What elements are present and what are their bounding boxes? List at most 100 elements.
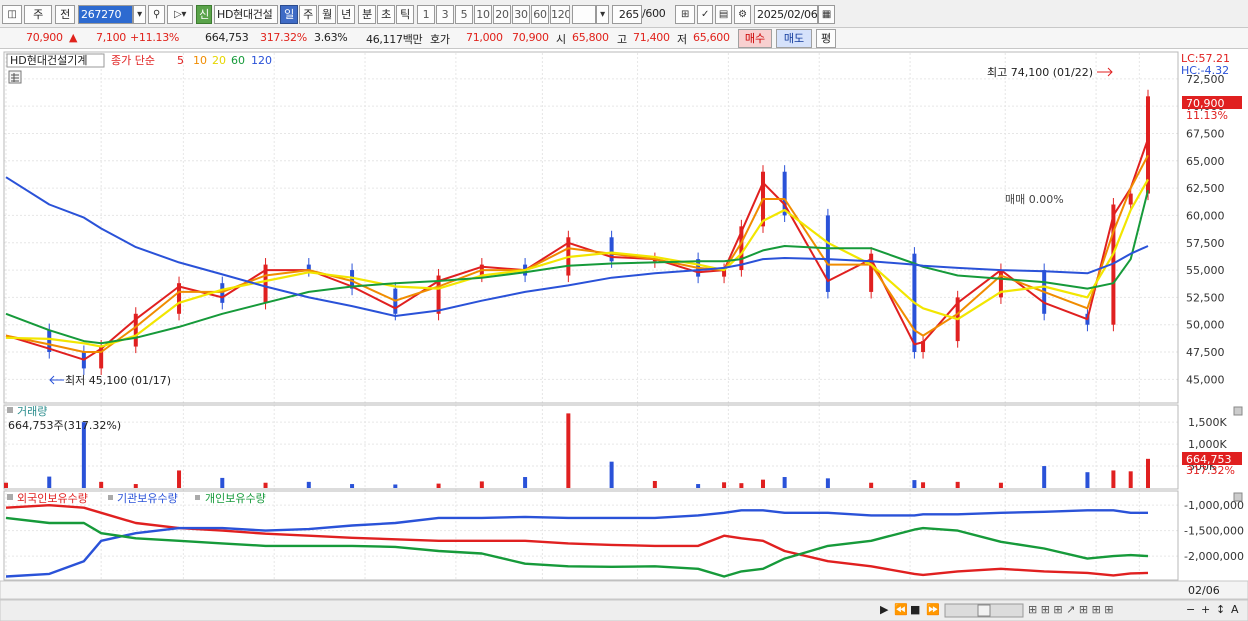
price-tick-label: 65,000 — [1186, 155, 1225, 168]
period-minute[interactable]: 분 — [358, 5, 376, 24]
stock-chart[interactable]: 45,000 47,500 50,000 52,500 55,000 57,500 60,0… — [0, 49, 1248, 621]
turnover: 3.63% — [314, 31, 348, 44]
font-icon[interactable]: A — [1231, 603, 1239, 616]
scroll-thumb[interactable] — [977, 604, 991, 617]
hc-value: HC:-4.32 — [1181, 64, 1229, 77]
bid-label: 호가 — [430, 33, 450, 46]
interval-5[interactable]: 5 — [455, 5, 473, 24]
volume-pane-close-icon[interactable] — [1233, 406, 1243, 416]
annotation-high: 최고 74,100 (01/22) — [987, 66, 1093, 79]
volume-bar — [1085, 472, 1090, 488]
interval-custom-input[interactable] — [572, 5, 596, 24]
interval-60[interactable]: 60 — [531, 5, 549, 24]
amount: 46,117백만 — [366, 33, 423, 46]
period-year[interactable]: 년 — [337, 5, 355, 24]
speaker-icon[interactable]: ▷▾ — [167, 5, 193, 24]
candle-body — [1128, 193, 1133, 205]
volume-bar — [306, 481, 311, 488]
volume-bar — [4, 482, 8, 488]
market-select[interactable]: 주 — [24, 5, 52, 24]
interval-1[interactable]: 1 — [417, 5, 435, 24]
interval-dropdown-icon[interactable]: ▾ — [596, 5, 609, 24]
legend-sep-icon-2 — [195, 495, 200, 500]
volume-bar — [998, 482, 1003, 488]
stock-code-input[interactable]: 267270 — [78, 5, 133, 24]
sell-button[interactable]: 매도 — [776, 29, 812, 48]
volume-tick-label: 1,500K — [1188, 416, 1227, 429]
candle-body — [220, 283, 225, 303]
ask-price: 71,000 — [466, 31, 503, 44]
volume-bar — [566, 413, 571, 488]
volume-bar — [739, 483, 744, 488]
legend-institution: 기관보유수량 — [117, 492, 178, 505]
volume-bar — [609, 461, 614, 488]
pct-tag: 11.13% — [1186, 109, 1228, 122]
interval-10[interactable]: 10 — [474, 5, 492, 24]
price-tick-label: 47,500 — [1186, 346, 1225, 359]
zoom-in-icon[interactable]: + — [1201, 603, 1210, 616]
market-prev-button[interactable]: 전 — [55, 5, 75, 24]
period-second[interactable]: 초 — [377, 5, 395, 24]
stop-icon[interactable]: ■ — [910, 603, 920, 616]
volume-bar — [782, 477, 787, 488]
calendar-icon[interactable]: ▦ — [818, 5, 835, 24]
low-price: 65,600 — [693, 31, 730, 44]
compare-icon[interactable]: ⊞ — [675, 5, 695, 24]
scale-icon[interactable]: ↕ — [1216, 603, 1225, 616]
toolbar: ◫ 주 전 267270 ▾ ⚲ ▷▾ 신 HD현대건설 일 주 월 년 분 초… — [0, 0, 1248, 28]
volume-pane-icon — [7, 407, 13, 413]
period-day[interactable]: 일 — [280, 5, 298, 24]
volume-bar — [350, 484, 355, 488]
interval-30[interactable]: 30 — [512, 5, 530, 24]
volume-ratio: 317.32% — [260, 31, 307, 44]
period-week[interactable]: 주 — [299, 5, 317, 24]
volume-bar — [761, 479, 766, 488]
scroll-right-icon[interactable]: ▶ — [880, 603, 889, 616]
count-input[interactable]: 265 — [612, 5, 642, 24]
price-tick-label: 45,000 — [1186, 373, 1225, 386]
annotation-low: 최저 45,100 (01/17) — [65, 374, 171, 387]
price-tick-label: 52,500 — [1186, 291, 1225, 304]
volume-tick-label: 1,000K — [1188, 438, 1227, 451]
volume-bar — [955, 481, 960, 488]
volume-bar — [99, 481, 104, 488]
tool-icons[interactable]: ⊞ ⊞ ⊞ ↗ ⊞ ⊞ ⊞ — [1028, 603, 1114, 616]
zoom-out-icon[interactable]: − — [1186, 603, 1195, 616]
volume-bar — [722, 482, 727, 488]
holdings-tick-label: -1,500,000 — [1184, 525, 1244, 538]
date-tag: 02/06 — [1188, 584, 1220, 597]
new-badge: 신 — [196, 5, 212, 24]
chart-window-icon[interactable]: ◫ — [2, 5, 22, 24]
volume-bar — [220, 477, 225, 488]
volume-bar — [921, 482, 926, 488]
low-label: 저 — [677, 33, 687, 46]
eval-button[interactable]: 평 — [816, 29, 836, 48]
price-tick-label: 60,000 — [1186, 209, 1225, 222]
holdings-pane-close-icon[interactable] — [1233, 492, 1243, 502]
draw-tool-icon[interactable]: ✓ — [697, 5, 713, 24]
code-dropdown-icon[interactable]: ▾ — [133, 5, 146, 24]
price-tick-label: 62,500 — [1186, 182, 1225, 195]
interval-3[interactable]: 3 — [436, 5, 454, 24]
volume: 664,753 — [205, 31, 249, 44]
annotation-mid: 매매 0.00% — [1005, 193, 1064, 206]
volume-bar — [81, 422, 86, 488]
period-month[interactable]: 월 — [318, 5, 336, 24]
fast-forward-icon[interactable]: ⏩ — [926, 603, 940, 616]
save-icon[interactable]: ▤ — [715, 5, 732, 24]
rewind-icon[interactable]: ⏪ — [894, 603, 908, 616]
interval-20[interactable]: 20 — [493, 5, 511, 24]
volume-bar — [912, 480, 917, 488]
buy-button[interactable]: 매수 — [738, 29, 772, 48]
volume-bar — [436, 483, 441, 488]
volume-bar — [479, 481, 484, 488]
change-pct: +11.13% — [130, 31, 180, 44]
period-tick[interactable]: 틱 — [396, 5, 414, 24]
gear-icon[interactable]: ⚙ — [734, 5, 751, 24]
date-input[interactable]: 2025/02/06 — [754, 5, 818, 24]
volume-bar — [523, 477, 528, 488]
interval-120[interactable]: 120 — [550, 5, 570, 24]
volume-bar — [825, 478, 830, 488]
price-tick-label: 57,500 — [1186, 237, 1225, 250]
search-icon[interactable]: ⚲ — [148, 5, 165, 24]
